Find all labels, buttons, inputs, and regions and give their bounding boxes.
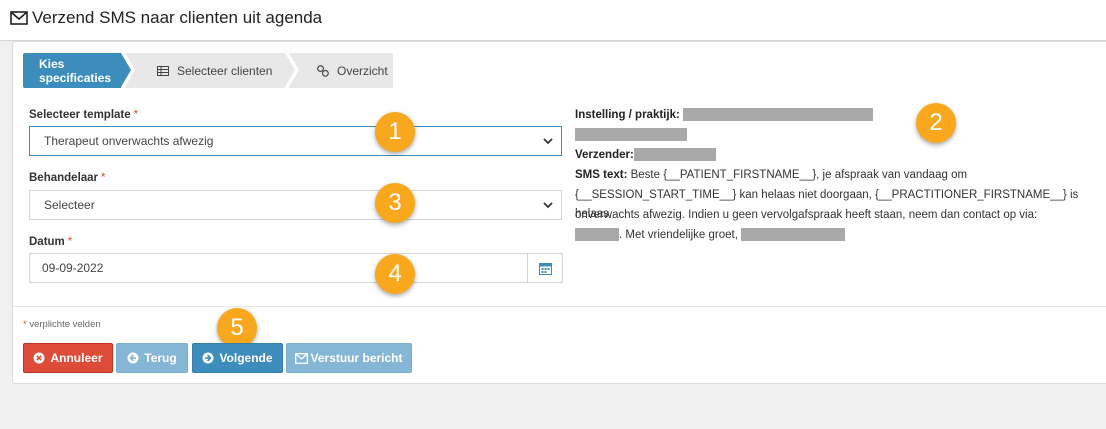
step-kies-specificaties[interactable]: Kies specificaties [23,53,131,88]
template-label: Selecteer template * [29,109,138,121]
institution-label: Instelling / praktijk: [575,109,680,121]
arrow-left-circle-icon [127,352,139,364]
page-header: Verzend SMS naar clienten uit agenda [0,0,1106,41]
cancel-button[interactable]: Annuleer [23,343,113,373]
practitioner-label-text: Behandelaar [29,172,99,184]
required-mark: * [23,319,27,330]
back-button[interactable]: Terug [116,343,188,373]
cancel-button-label: Annuleer [50,351,103,365]
sender-label: Verzender: [575,149,634,161]
redacted-address [575,128,687,142]
template-label-text: Selecteer template [29,109,131,121]
required-fields-note: * verplichte velden [23,319,101,330]
wizard-steps: Kies specificaties Selecteer clienten Ov… [23,53,393,88]
redacted-sender [633,148,716,162]
chevron-down-icon [543,138,553,145]
date-input[interactable]: 09-09-2022 [29,253,528,283]
back-button-label: Terug [144,351,177,365]
required-mark: * [133,109,139,121]
required-note-text: verplichte velden [29,319,101,330]
callout-badge-1: 1 [375,112,415,152]
sms-summary: Instelling / praktijk: Verzender: SMS te… [575,106,1105,246]
redacted-contact [575,228,619,242]
divider [13,306,1106,307]
next-button-label: Volgende [219,351,273,365]
callout-badge-4: 4 [375,254,415,294]
step-label: Overzicht [337,63,388,78]
date-label-text: Datum [29,236,65,248]
calendar-icon [538,262,552,275]
envelope-icon [10,11,28,25]
sms-text-line1: Beste {__PATIENT_FIRSTNAME__}, je afspra… [630,169,968,181]
redacted-institution [683,108,874,122]
sms-text-line3: onverwachts afwezig. Indien u geen vervo… [575,209,1038,221]
send-message-button-label: Verstuur bericht [310,351,403,365]
arrow-right-circle-icon [202,352,214,364]
times-circle-icon [33,352,45,364]
date-input-value: 09-09-2022 [42,261,104,275]
send-message-button[interactable]: Verstuur bericht [286,343,412,373]
next-button[interactable]: Volgende [192,343,283,373]
step-label: Selecteer clienten [177,63,273,78]
chevron-down-icon [543,202,553,209]
callout-badge-5: 5 [217,308,257,348]
callout-badge-2: 2 [916,103,956,143]
page-title-text: Verzend SMS naar clienten uit agenda [32,8,323,27]
table-icon [157,65,169,76]
page-title: Verzend SMS naar clienten uit agenda [10,8,322,28]
step-overzicht[interactable]: Overzicht [289,53,393,88]
envelope-icon [295,352,309,364]
step-selecteer-clienten[interactable]: Selecteer clienten [125,53,295,88]
main-panel: Kies specificaties Selecteer clienten Ov… [12,41,1106,384]
template-select[interactable]: Therapeut onverwachts afwezig [29,126,562,156]
calendar-button[interactable] [527,253,563,283]
date-label: Datum * [29,236,72,248]
practitioner-select[interactable]: Selecteer [29,190,562,220]
link-icon [317,64,329,77]
redacted-signature [741,228,846,242]
step-label: Kies specificaties [39,56,112,85]
sms-label: SMS text: [575,169,628,181]
callout-badge-3: 3 [375,183,415,223]
template-select-value: Therapeut onverwachts afwezig [44,134,214,148]
practitioner-label: Behandelaar * [29,172,106,184]
practitioner-select-value: Selecteer [44,198,95,212]
required-mark: * [67,236,73,248]
required-mark: * [101,172,106,184]
sms-text-line4: . Met vriendelijke groet, [619,229,738,241]
